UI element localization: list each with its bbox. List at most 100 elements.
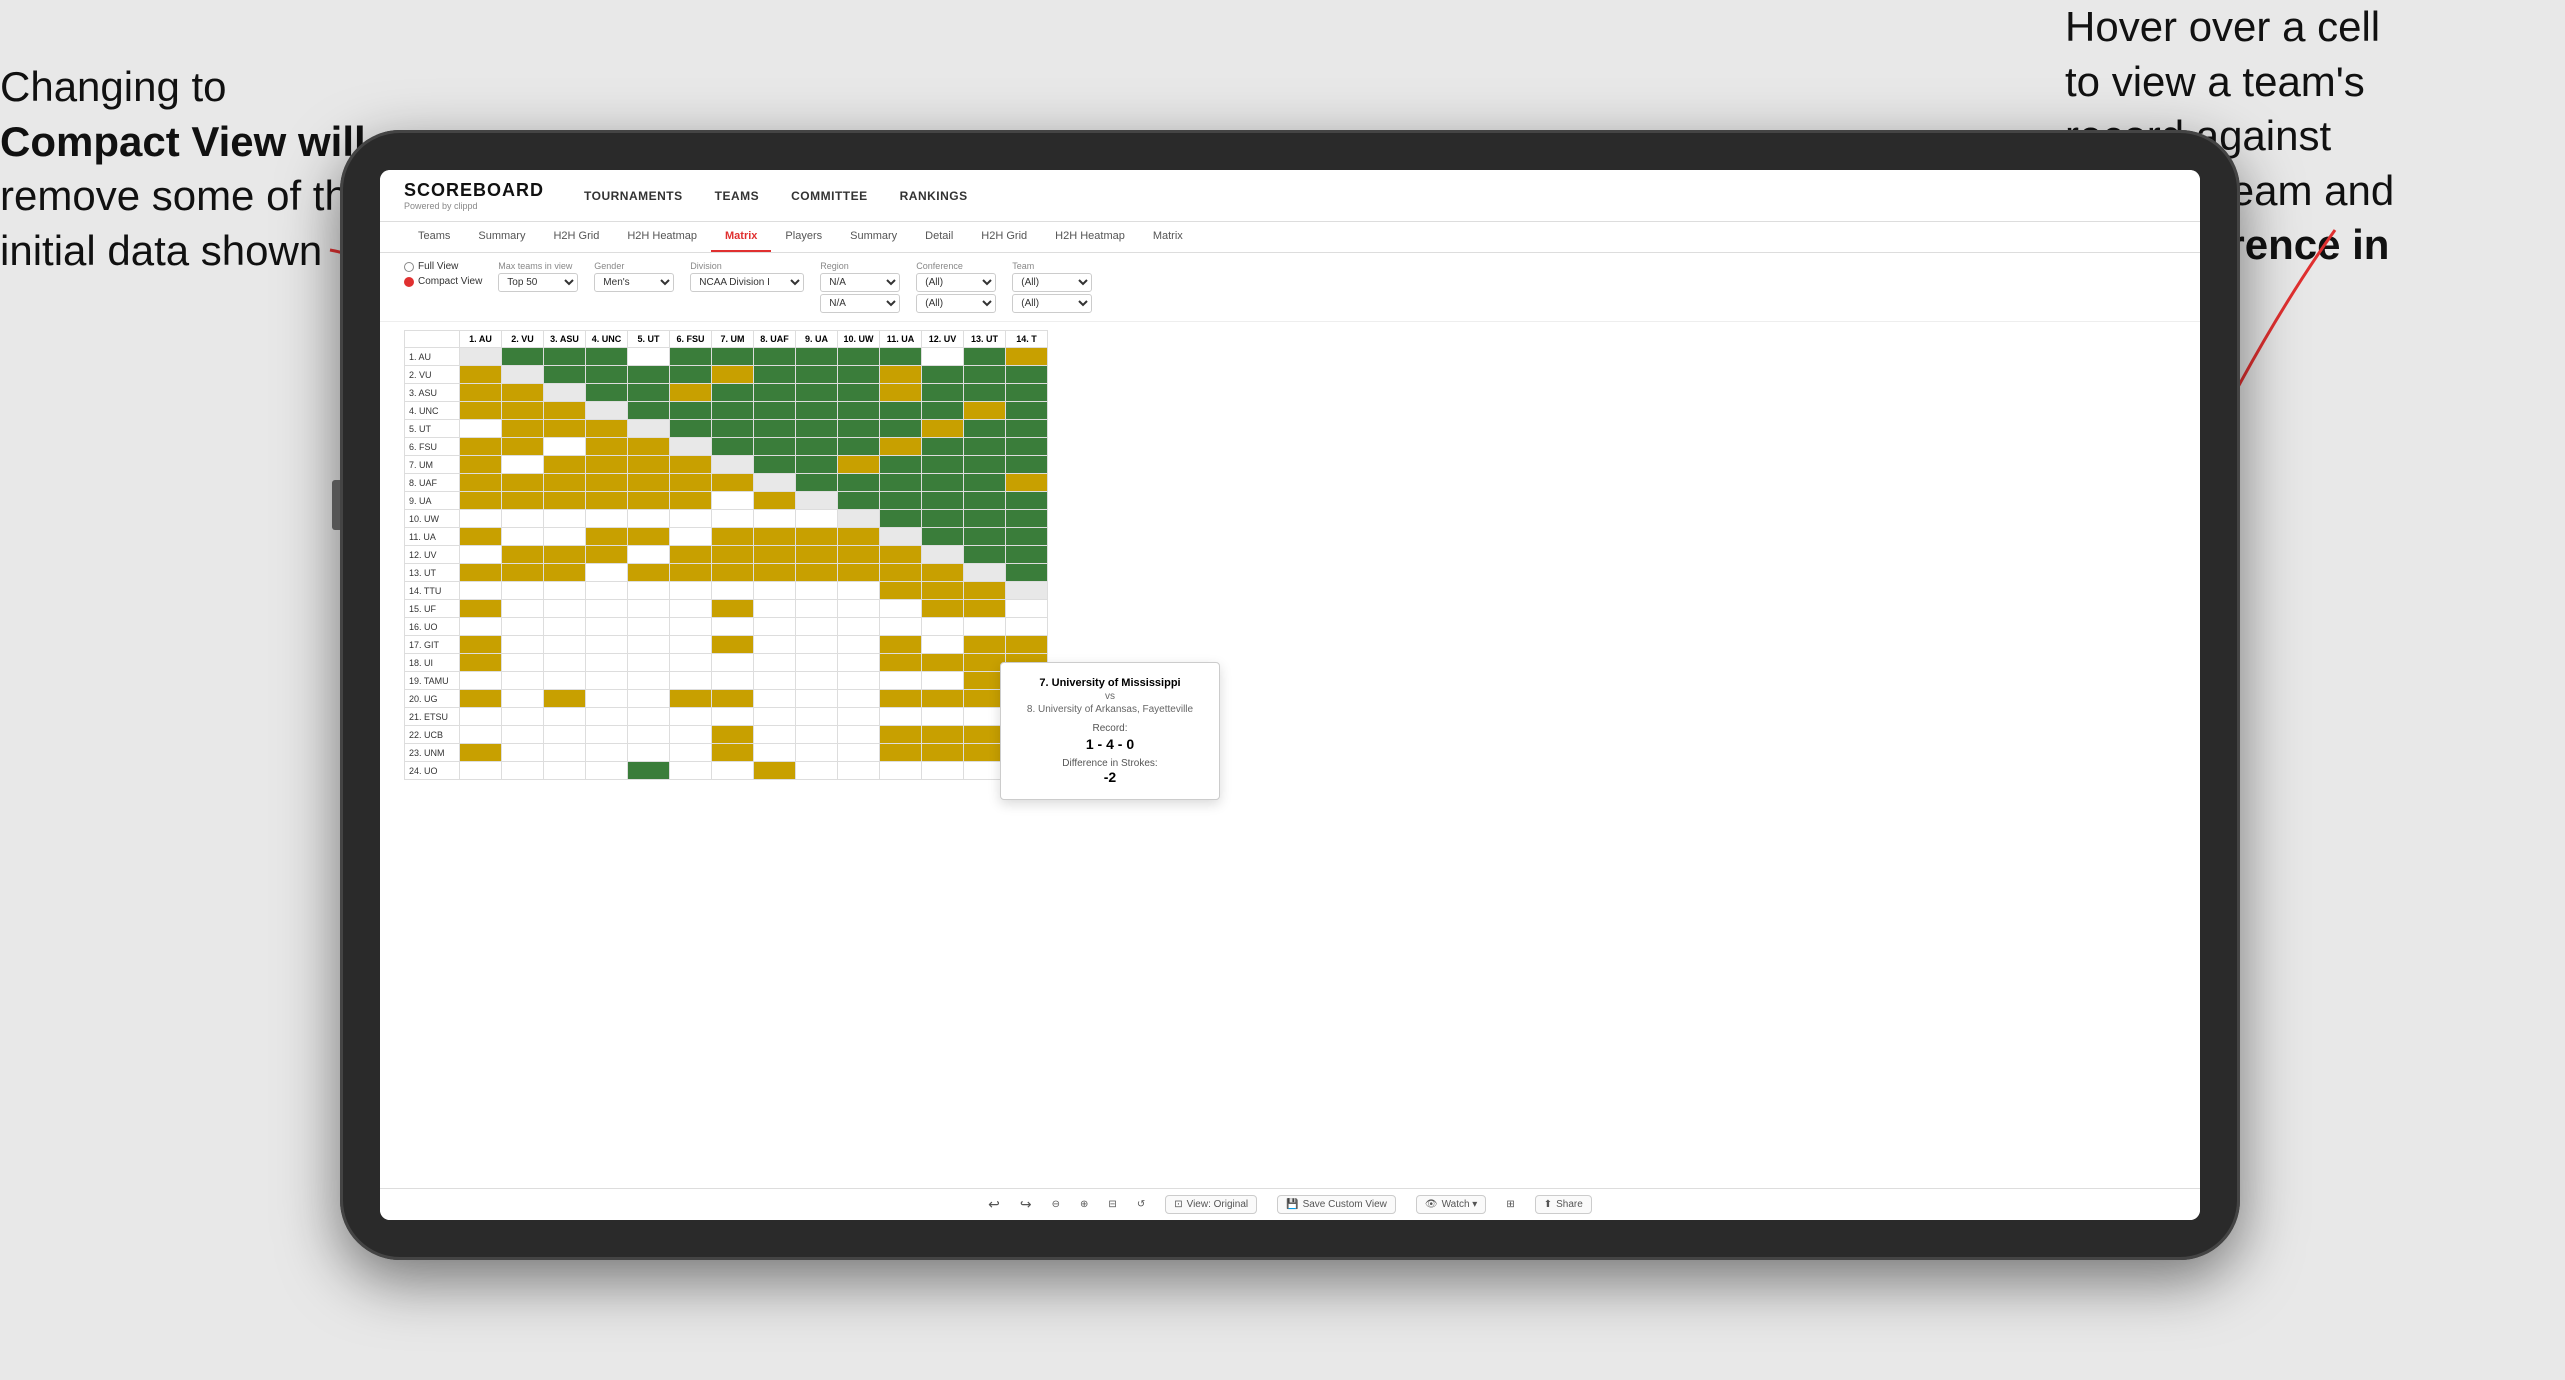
matrix-cell[interactable]	[544, 528, 586, 546]
matrix-cell[interactable]	[628, 600, 670, 618]
matrix-cell[interactable]	[922, 600, 964, 618]
matrix-cell[interactable]	[670, 654, 712, 672]
matrix-cell[interactable]	[628, 420, 670, 438]
matrix-cell[interactable]	[712, 672, 754, 690]
matrix-cell[interactable]	[964, 564, 1006, 582]
matrix-cell[interactable]	[1006, 582, 1048, 600]
matrix-cell[interactable]	[754, 438, 796, 456]
matrix-cell[interactable]	[460, 474, 502, 492]
matrix-cell[interactable]	[964, 546, 1006, 564]
matrix-cell[interactable]	[964, 348, 1006, 366]
toolbar-zoom-out[interactable]: ⊖	[1052, 1199, 1060, 1210]
matrix-cell[interactable]	[544, 510, 586, 528]
matrix-cell[interactable]	[628, 456, 670, 474]
matrix-cell[interactable]	[712, 348, 754, 366]
matrix-cell[interactable]	[628, 708, 670, 726]
matrix-cell[interactable]	[628, 582, 670, 600]
matrix-cell[interactable]	[796, 402, 838, 420]
matrix-cell[interactable]	[502, 582, 544, 600]
matrix-cell[interactable]	[922, 402, 964, 420]
matrix-cell[interactable]	[670, 708, 712, 726]
matrix-cell[interactable]	[838, 690, 880, 708]
matrix-cell[interactable]	[796, 582, 838, 600]
matrix-cell[interactable]	[754, 456, 796, 474]
matrix-cell[interactable]	[544, 384, 586, 402]
matrix-cell[interactable]	[1006, 528, 1048, 546]
matrix-cell[interactable]	[502, 366, 544, 384]
matrix-cell[interactable]	[838, 456, 880, 474]
matrix-cell[interactable]	[880, 762, 922, 780]
matrix-cell[interactable]	[754, 546, 796, 564]
matrix-cell[interactable]	[796, 762, 838, 780]
matrix-cell[interactable]	[628, 690, 670, 708]
matrix-cell[interactable]	[922, 618, 964, 636]
matrix-cell[interactable]	[670, 366, 712, 384]
compact-view-option[interactable]: Compact View	[404, 276, 482, 287]
toolbar-undo[interactable]: ↩	[988, 1196, 1000, 1213]
matrix-cell[interactable]	[460, 348, 502, 366]
full-view-option[interactable]: Full View	[404, 261, 482, 272]
matrix-cell[interactable]	[964, 582, 1006, 600]
matrix-cell[interactable]	[460, 690, 502, 708]
filter-conference-select1[interactable]: (All)	[916, 273, 996, 292]
matrix-cell[interactable]	[1006, 348, 1048, 366]
matrix-cell[interactable]	[586, 564, 628, 582]
tab-h2h-heatmap[interactable]: H2H Heatmap	[613, 222, 711, 252]
matrix-cell[interactable]	[628, 726, 670, 744]
matrix-cell[interactable]	[586, 492, 628, 510]
matrix-cell[interactable]	[1006, 402, 1048, 420]
matrix-cell[interactable]	[670, 492, 712, 510]
matrix-cell[interactable]	[838, 528, 880, 546]
matrix-cell[interactable]	[838, 726, 880, 744]
matrix-cell[interactable]	[712, 492, 754, 510]
toolbar-watch[interactable]: 👁 Watch ▾	[1416, 1195, 1486, 1214]
matrix-cell[interactable]	[838, 600, 880, 618]
matrix-cell[interactable]	[880, 438, 922, 456]
matrix-cell[interactable]	[670, 726, 712, 744]
matrix-cell[interactable]	[544, 582, 586, 600]
matrix-cell[interactable]	[796, 492, 838, 510]
matrix-cell[interactable]	[502, 600, 544, 618]
filter-region-select2[interactable]: N/A	[820, 294, 900, 313]
matrix-cell[interactable]	[502, 672, 544, 690]
matrix-cell[interactable]	[796, 690, 838, 708]
matrix-cell[interactable]	[502, 528, 544, 546]
matrix-cell[interactable]	[1006, 384, 1048, 402]
matrix-cell[interactable]	[712, 474, 754, 492]
matrix-cell[interactable]	[502, 510, 544, 528]
matrix-cell[interactable]	[1006, 510, 1048, 528]
matrix-scroll-area[interactable]: 1. AU 2. VU 3. ASU 4. UNC 5. UT 6. FSU 7…	[404, 330, 2176, 780]
matrix-cell[interactable]	[922, 564, 964, 582]
matrix-cell[interactable]	[544, 438, 586, 456]
matrix-cell[interactable]	[838, 636, 880, 654]
nav-committee[interactable]: COMMITTEE	[791, 189, 868, 203]
matrix-cell[interactable]	[460, 492, 502, 510]
matrix-cell[interactable]	[544, 600, 586, 618]
matrix-cell[interactable]	[712, 546, 754, 564]
matrix-cell[interactable]	[964, 420, 1006, 438]
matrix-cell[interactable]	[796, 708, 838, 726]
matrix-cell[interactable]	[586, 708, 628, 726]
matrix-cell[interactable]	[670, 438, 712, 456]
matrix-cell[interactable]	[880, 726, 922, 744]
tab-h2h-heatmap2[interactable]: H2H Heatmap	[1041, 222, 1139, 252]
matrix-cell[interactable]	[502, 654, 544, 672]
matrix-cell[interactable]	[712, 438, 754, 456]
matrix-cell[interactable]	[544, 744, 586, 762]
tab-summary2[interactable]: Summary	[836, 222, 911, 252]
filter-team-select1[interactable]: (All)	[1012, 273, 1092, 292]
matrix-cell[interactable]	[754, 708, 796, 726]
matrix-cell[interactable]	[670, 384, 712, 402]
matrix-cell[interactable]	[670, 744, 712, 762]
matrix-cell[interactable]	[880, 708, 922, 726]
matrix-cell[interactable]	[460, 510, 502, 528]
matrix-cell[interactable]	[712, 510, 754, 528]
matrix-cell[interactable]	[460, 636, 502, 654]
matrix-cell[interactable]	[796, 654, 838, 672]
toolbar-grid[interactable]: ⊞	[1506, 1199, 1514, 1210]
matrix-cell[interactable]	[796, 636, 838, 654]
matrix-cell[interactable]	[754, 762, 796, 780]
matrix-cell[interactable]	[712, 456, 754, 474]
matrix-cell[interactable]	[922, 492, 964, 510]
matrix-cell[interactable]	[838, 474, 880, 492]
